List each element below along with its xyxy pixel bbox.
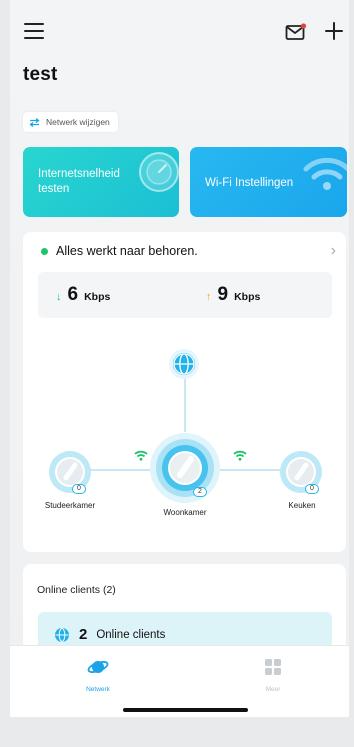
menu-icon-line (24, 30, 44, 32)
chevron-right-icon[interactable]: › (331, 242, 336, 260)
online-clients-label: Online clients (96, 628, 166, 641)
upload-value: 9 (217, 284, 229, 305)
globe-icon (55, 627, 69, 642)
speed-panel: ↓ 6 Kbps ↑ 9 Kbps (38, 272, 332, 318)
online-clients-count: 2 (79, 626, 88, 643)
wifi-link-icon (134, 450, 148, 461)
top-bar (10, 20, 349, 46)
planet-icon (87, 661, 109, 673)
speedometer-icon (139, 152, 179, 192)
client-count-badge: 0 (72, 484, 86, 494)
upload-speed: ↑ 9 Kbps (206, 284, 260, 306)
messages-button[interactable] (285, 23, 307, 41)
menu-button[interactable] (24, 23, 44, 41)
mail-icon (285, 23, 307, 40)
download-unit: Kbps (84, 291, 111, 303)
menu-icon-line (24, 23, 44, 25)
upload-arrow-icon: ↑ (206, 291, 212, 303)
grid-icon (265, 659, 281, 675)
change-network-button[interactable]: Netwerk wijzigen (23, 112, 118, 132)
home-indicator[interactable] (123, 708, 248, 712)
download-speed: ↓ 6 Kbps (56, 284, 110, 306)
satellite-node-keuken[interactable]: 0 (279, 450, 323, 494)
tab-bar: Netwerk Meer (10, 645, 349, 717)
status-text: Alles werkt naar behoren. (56, 244, 198, 258)
node-label-studeerkamer: Studeerkamer (44, 501, 96, 510)
router-icon (150, 433, 220, 503)
page-title: test (23, 64, 58, 85)
app-screen: test Netwerk wijzigen Internetsnelheid t… (10, 0, 349, 747)
wifi-icon (303, 157, 347, 190)
node-label-keuken: Keuken (288, 501, 316, 510)
network-status-card: Alles werkt naar behoren. › ↓ 6 Kbps ↑ 9… (23, 232, 346, 552)
upload-unit: Kbps (234, 291, 261, 303)
online-clients-title: Online clients (2) (37, 584, 116, 596)
network-status[interactable]: Alles werkt naar behoren. (41, 244, 198, 258)
add-button[interactable] (323, 20, 345, 42)
client-count-badge: 0 (305, 484, 319, 494)
bottom-area (10, 717, 349, 747)
wifi-settings-tile[interactable]: Wi-Fi Instellingen (190, 147, 347, 217)
client-count-badge: 2 (193, 487, 207, 497)
tab-meer-label: Meer (265, 686, 281, 693)
speed-test-tile[interactable]: Internetsnelheid testen (23, 147, 179, 217)
tab-meer[interactable]: Meer (233, 658, 313, 693)
globe-icon (173, 353, 195, 375)
network-topology: 0 Studeerkamer 2 Woonkamer 0 Keuken (23, 332, 346, 532)
tab-netwerk-label: Netwerk (86, 686, 110, 693)
swap-icon (29, 117, 40, 127)
internet-node[interactable] (169, 349, 199, 379)
tab-netwerk[interactable]: Netwerk (58, 658, 138, 693)
node-label-woonkamer: Woonkamer (163, 508, 207, 517)
wifi-settings-label: Wi-Fi Instellingen (205, 177, 294, 189)
status-dot (41, 247, 48, 255)
main-node-woonkamer[interactable]: 2 (149, 432, 221, 504)
plus-icon (325, 22, 343, 40)
menu-icon-line (24, 37, 44, 39)
change-network-label: Netwerk wijzigen (46, 117, 110, 127)
wifi-link-icon (233, 450, 247, 461)
speed-test-label: Internetsnelheid testen (38, 168, 120, 195)
download-value: 6 (67, 284, 79, 305)
download-arrow-icon: ↓ (56, 291, 62, 303)
satellite-node-studeerkamer[interactable]: 0 (48, 450, 92, 494)
